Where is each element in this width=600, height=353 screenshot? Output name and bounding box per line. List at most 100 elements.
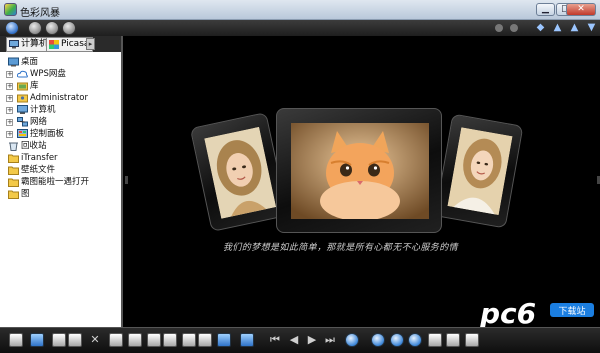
tree-item-label: 霸图能啦一遇打开 [21,177,90,187]
up-arrow-icon[interactable]: ▲ [552,22,563,34]
tree-item-label: WPS网盘 [30,69,66,79]
network-icon [17,117,28,127]
last-icon[interactable]: ⏭ [323,333,337,347]
tree-item-label: Administrator [30,93,88,103]
tree-item[interactable]: + Administrator [0,92,121,104]
svg-text:下载站: 下载站 [558,305,585,317]
panel-toggle-icon[interactable]: ◆ [535,22,546,34]
first-icon[interactable]: ⏮ [268,333,282,347]
open-external-icon[interactable] [240,333,254,347]
delete-icon[interactable]: ✕ [88,333,102,347]
zoom-in-icon[interactable] [408,333,422,347]
layout-icon[interactable] [147,333,161,347]
expand-icon[interactable]: + [6,95,13,102]
folder-icon [8,190,19,199]
print-icon[interactable] [68,333,82,347]
folder-icon [8,154,19,163]
tree-item[interactable]: 壁纸文件 [0,164,121,176]
tree-item[interactable]: + 库 [0,80,121,92]
tree-item-label: 网络 [30,117,48,127]
library-folder-icon [17,82,28,91]
user-folder-icon [17,94,28,103]
girl-portrait-left [204,126,277,219]
app-icon [4,3,17,16]
photo-caption: 我们的梦想是如此简单，那就是所有心都无不心服务的情 [223,243,459,253]
close-button[interactable]: ✕ [566,3,596,16]
photo-frame-center[interactable] [276,108,442,233]
down-arrow-icon[interactable]: ▼ [586,22,597,34]
tree-item-label: 桌面 [21,57,39,67]
tree-item[interactable]: 回收站 [0,140,121,152]
expand-icon[interactable]: + [6,107,13,114]
window-title: 色彩风暴 [20,8,60,19]
title-bar: 色彩风暴 ▁ □ ✕ [0,0,600,20]
recycle-bin-icon [9,142,18,151]
tree-item[interactable]: iTransfer [0,152,121,164]
expand-icon[interactable]: + [6,71,13,78]
folder-icon [8,178,19,187]
picasa-icon [49,40,59,49]
pc6-watermark-logo: pc6 下载站 [479,297,594,327]
actual-size-icon[interactable] [446,333,460,347]
tree-item[interactable]: + WPS网盘 [0,68,121,80]
tree-item[interactable]: 图 [0,188,121,200]
tree-item-label: 控制面板 [30,129,65,139]
up-button[interactable] [62,21,76,35]
expand-icon[interactable]: + [6,119,13,126]
up-arrow-icon[interactable]: ▲ [569,22,580,34]
tree-item[interactable]: 霸图能啦一遇打开 [0,176,121,188]
tree-item-label: 回收站 [21,141,47,151]
image-icon[interactable] [198,333,212,347]
tree-item-label: 壁纸文件 [21,165,56,175]
orange-kitten [291,123,429,219]
fullscreen-icon[interactable] [465,333,479,347]
bottom-toolbar: ✕ ⏮ ◀ ▶ ⏭ [0,327,600,353]
folder-sidebar: 计算机 Picasa ▸ 桌面 + WPS网盘 + 库 + Administrator + 计算… [0,36,123,327]
top-toolbar: ◆ ▲ ▲ ▼ [0,20,600,36]
edit-icon[interactable] [217,333,231,347]
expand-icon[interactable]: + [6,131,13,138]
tree-item[interactable]: + 计算机 [0,104,121,116]
computer-icon [9,40,19,49]
sidebar-tabs: 计算机 Picasa ▸ [0,36,121,52]
settings-icon[interactable] [345,333,359,347]
photo-frame-right[interactable] [434,113,524,229]
grid-small-icon[interactable] [109,333,123,347]
tree-item-label: iTransfer [21,153,58,163]
control-panel-icon [17,129,28,138]
fit-icon[interactable] [428,333,442,347]
status-dot-icon [510,24,518,32]
computer-icon [17,105,28,114]
menu-button[interactable] [5,21,19,35]
tab-label: 计算机 [21,39,49,49]
image-icon[interactable] [182,333,196,347]
tree-item[interactable]: + 控制面板 [0,128,121,140]
tree-item[interactable]: 桌面 [0,56,121,68]
tree-item-label: 库 [30,81,39,91]
grid-icon[interactable] [128,333,142,347]
minimize-button[interactable]: ▁ [536,3,555,16]
folder-icon [8,166,19,175]
back-button[interactable] [28,21,42,35]
tree-item[interactable]: + 网络 [0,116,121,128]
next-icon[interactable]: ▶ [305,333,319,347]
exit-icon[interactable] [9,333,23,347]
expand-icon[interactable]: + [6,83,13,90]
forward-button[interactable] [45,21,59,35]
status-dot-icon [495,24,503,32]
svg-text:pc6: pc6 [479,297,536,327]
tree-item-label: 计算机 [30,105,56,115]
tab-scroll-button[interactable]: ▸ [86,38,95,50]
layout-icon[interactable] [163,333,177,347]
previous-icon[interactable]: ◀ [287,333,301,347]
girl-portrait-right [447,127,513,216]
copy-icon[interactable] [30,333,44,347]
cloud-icon [17,70,28,78]
photo-frame-left[interactable] [189,112,289,232]
photo-viewer: 我们的梦想是如此简单，那就是所有心都无不心服务的情 [125,36,600,327]
save-icon[interactable] [52,333,66,347]
zoom-out-icon[interactable] [390,333,404,347]
left-edge-handle[interactable] [125,176,128,184]
desktop-icon [8,57,19,67]
zoom-icon[interactable] [371,333,385,347]
